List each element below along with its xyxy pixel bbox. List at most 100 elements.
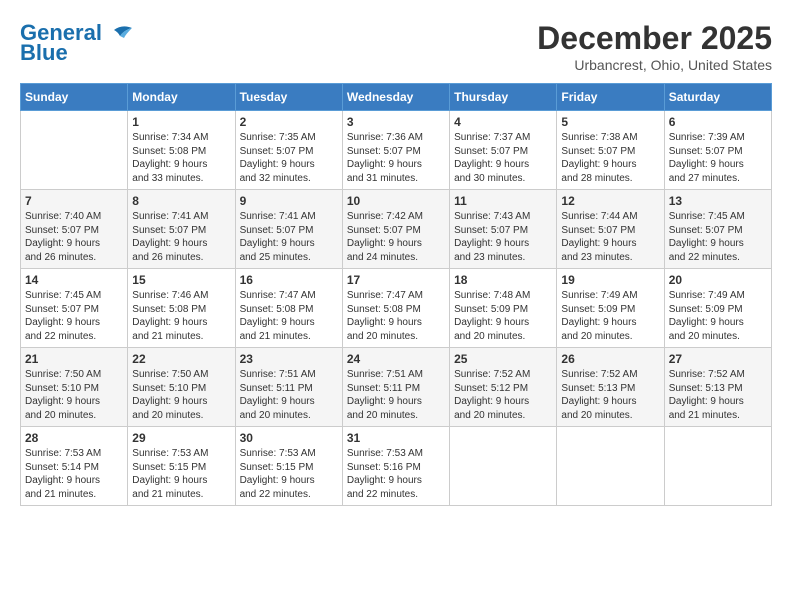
weekday-header-saturday: Saturday (664, 84, 771, 111)
day-number: 6 (669, 115, 767, 129)
day-number: 10 (347, 194, 445, 208)
day-info: Sunrise: 7:40 AM Sunset: 5:07 PM Dayligh… (25, 210, 123, 264)
day-number: 4 (454, 115, 552, 129)
day-number: 3 (347, 115, 445, 129)
day-number: 19 (561, 273, 659, 287)
calendar-cell: 5 Sunrise: 7:38 AM Sunset: 5:07 PM Daylig… (557, 111, 664, 190)
day-info: Sunrise: 7:41 AM Sunset: 5:07 PM Dayligh… (240, 210, 338, 264)
day-info: Sunrise: 7:45 AM Sunset: 5:07 PM Dayligh… (25, 289, 123, 343)
calendar-week-row: 21Sunrise: 7:50 AM Sunset: 5:10 PM Dayli… (21, 348, 772, 427)
day-info: Sunrise: 7:50 AM Sunset: 5:10 PM Dayligh… (132, 368, 230, 422)
weekday-header-tuesday: Tuesday (235, 84, 342, 111)
calendar-cell: 2 Sunrise: 7:35 AM Sunset: 5:07 PM Daylig… (235, 111, 342, 190)
day-number: 9 (240, 194, 338, 208)
day-number: 8 (132, 194, 230, 208)
day-info: Sunrise: 7:34 AM Sunset: 5:08 PM Dayligh… (132, 131, 230, 185)
day-number: 15 (132, 273, 230, 287)
day-number: 20 (669, 273, 767, 287)
calendar-cell: 27 Sunrise: 7:52 AM Sunset: 5:13 PM Dayli… (664, 348, 771, 427)
day-number: 26 (561, 352, 659, 366)
day-number: 30 (240, 431, 338, 445)
day-number: 5 (561, 115, 659, 129)
calendar-cell (664, 427, 771, 506)
day-number: 11 (454, 194, 552, 208)
day-number: 1 (132, 115, 230, 129)
weekday-header-row: SundayMondayTuesdayWednesdayThursdayFrid… (21, 84, 772, 111)
calendar-cell: 24 Sunrise: 7:51 AM Sunset: 5:11 PM Dayli… (342, 348, 449, 427)
calendar-table: SundayMondayTuesdayWednesdayThursdayFrid… (20, 83, 772, 506)
calendar-week-row: 7 Sunrise: 7:40 AM Sunset: 5:07 PM Daylig… (21, 190, 772, 269)
day-info: Sunrise: 7:53 AM Sunset: 5:15 PM Dayligh… (132, 447, 230, 501)
calendar-cell: 16 Sunrise: 7:47 AM Sunset: 5:08 PM Dayli… (235, 269, 342, 348)
calendar-cell: 10 Sunrise: 7:42 AM Sunset: 5:07 PM Dayli… (342, 190, 449, 269)
weekday-header-friday: Friday (557, 84, 664, 111)
calendar-cell: 29 Sunrise: 7:53 AM Sunset: 5:15 PM Dayli… (128, 427, 235, 506)
weekday-header-monday: Monday (128, 84, 235, 111)
calendar-cell: 31 Sunrise: 7:53 AM Sunset: 5:16 PM Dayli… (342, 427, 449, 506)
logo-bird-icon (104, 22, 134, 44)
calendar-cell: 8 Sunrise: 7:41 AM Sunset: 5:07 PM Daylig… (128, 190, 235, 269)
day-info: Sunrise: 7:37 AM Sunset: 5:07 PM Dayligh… (454, 131, 552, 185)
day-number: 13 (669, 194, 767, 208)
weekday-header-sunday: Sunday (21, 84, 128, 111)
day-number: 24 (347, 352, 445, 366)
calendar-cell: 12Sunrise: 7:44 AM Sunset: 5:07 PM Dayli… (557, 190, 664, 269)
day-number: 16 (240, 273, 338, 287)
day-info: Sunrise: 7:51 AM Sunset: 5:11 PM Dayligh… (347, 368, 445, 422)
day-number: 27 (669, 352, 767, 366)
day-info: Sunrise: 7:53 AM Sunset: 5:14 PM Dayligh… (25, 447, 123, 501)
day-info: Sunrise: 7:46 AM Sunset: 5:08 PM Dayligh… (132, 289, 230, 343)
calendar-cell: 7 Sunrise: 7:40 AM Sunset: 5:07 PM Daylig… (21, 190, 128, 269)
calendar-cell: 18 Sunrise: 7:48 AM Sunset: 5:09 PM Dayli… (450, 269, 557, 348)
day-number: 7 (25, 194, 123, 208)
day-info: Sunrise: 7:44 AM Sunset: 5:07 PM Dayligh… (561, 210, 659, 264)
day-info: Sunrise: 7:41 AM Sunset: 5:07 PM Dayligh… (132, 210, 230, 264)
calendar-week-row: 1 Sunrise: 7:34 AM Sunset: 5:08 PM Daylig… (21, 111, 772, 190)
day-number: 29 (132, 431, 230, 445)
calendar-week-row: 14 Sunrise: 7:45 AM Sunset: 5:07 PM Dayli… (21, 269, 772, 348)
calendar-cell: 22 Sunrise: 7:50 AM Sunset: 5:10 PM Dayli… (128, 348, 235, 427)
day-info: Sunrise: 7:48 AM Sunset: 5:09 PM Dayligh… (454, 289, 552, 343)
weekday-header-thursday: Thursday (450, 84, 557, 111)
day-number: 2 (240, 115, 338, 129)
day-number: 14 (25, 273, 123, 287)
calendar-cell: 1 Sunrise: 7:34 AM Sunset: 5:08 PM Daylig… (128, 111, 235, 190)
weekday-header-wednesday: Wednesday (342, 84, 449, 111)
day-info: Sunrise: 7:39 AM Sunset: 5:07 PM Dayligh… (669, 131, 767, 185)
logo-blue-text: Blue (20, 40, 68, 66)
calendar-cell: 11 Sunrise: 7:43 AM Sunset: 5:07 PM Dayli… (450, 190, 557, 269)
day-number: 17 (347, 273, 445, 287)
calendar-cell: 3 Sunrise: 7:36 AM Sunset: 5:07 PM Daylig… (342, 111, 449, 190)
day-info: Sunrise: 7:36 AM Sunset: 5:07 PM Dayligh… (347, 131, 445, 185)
calendar-cell (450, 427, 557, 506)
day-info: Sunrise: 7:38 AM Sunset: 5:07 PM Dayligh… (561, 131, 659, 185)
day-info: Sunrise: 7:45 AM Sunset: 5:07 PM Dayligh… (669, 210, 767, 264)
day-info: Sunrise: 7:52 AM Sunset: 5:13 PM Dayligh… (669, 368, 767, 422)
calendar-cell: 14 Sunrise: 7:45 AM Sunset: 5:07 PM Dayli… (21, 269, 128, 348)
day-info: Sunrise: 7:52 AM Sunset: 5:12 PM Dayligh… (454, 368, 552, 422)
day-number: 22 (132, 352, 230, 366)
day-info: Sunrise: 7:51 AM Sunset: 5:11 PM Dayligh… (240, 368, 338, 422)
calendar-cell (21, 111, 128, 190)
day-info: Sunrise: 7:49 AM Sunset: 5:09 PM Dayligh… (561, 289, 659, 343)
calendar-cell (557, 427, 664, 506)
day-info: Sunrise: 7:35 AM Sunset: 5:07 PM Dayligh… (240, 131, 338, 185)
calendar-cell: 26 Sunrise: 7:52 AM Sunset: 5:13 PM Dayli… (557, 348, 664, 427)
day-info: Sunrise: 7:43 AM Sunset: 5:07 PM Dayligh… (454, 210, 552, 264)
day-info: Sunrise: 7:52 AM Sunset: 5:13 PM Dayligh… (561, 368, 659, 422)
day-info: Sunrise: 7:47 AM Sunset: 5:08 PM Dayligh… (240, 289, 338, 343)
day-number: 18 (454, 273, 552, 287)
calendar-cell: 19 Sunrise: 7:49 AM Sunset: 5:09 PM Dayli… (557, 269, 664, 348)
day-number: 31 (347, 431, 445, 445)
page-header: General Blue December 2025 Urbancrest, O… (20, 20, 772, 73)
calendar-cell: 21Sunrise: 7:50 AM Sunset: 5:10 PM Dayli… (21, 348, 128, 427)
logo: General Blue (20, 20, 134, 66)
calendar-week-row: 28Sunrise: 7:53 AM Sunset: 5:14 PM Dayli… (21, 427, 772, 506)
calendar-cell: 13 Sunrise: 7:45 AM Sunset: 5:07 PM Dayli… (664, 190, 771, 269)
day-info: Sunrise: 7:42 AM Sunset: 5:07 PM Dayligh… (347, 210, 445, 264)
day-info: Sunrise: 7:53 AM Sunset: 5:15 PM Dayligh… (240, 447, 338, 501)
day-info: Sunrise: 7:53 AM Sunset: 5:16 PM Dayligh… (347, 447, 445, 501)
calendar-cell: 17Sunrise: 7:47 AM Sunset: 5:08 PM Dayli… (342, 269, 449, 348)
calendar-cell: 15 Sunrise: 7:46 AM Sunset: 5:08 PM Dayli… (128, 269, 235, 348)
calendar-cell: 25Sunrise: 7:52 AM Sunset: 5:12 PM Dayli… (450, 348, 557, 427)
